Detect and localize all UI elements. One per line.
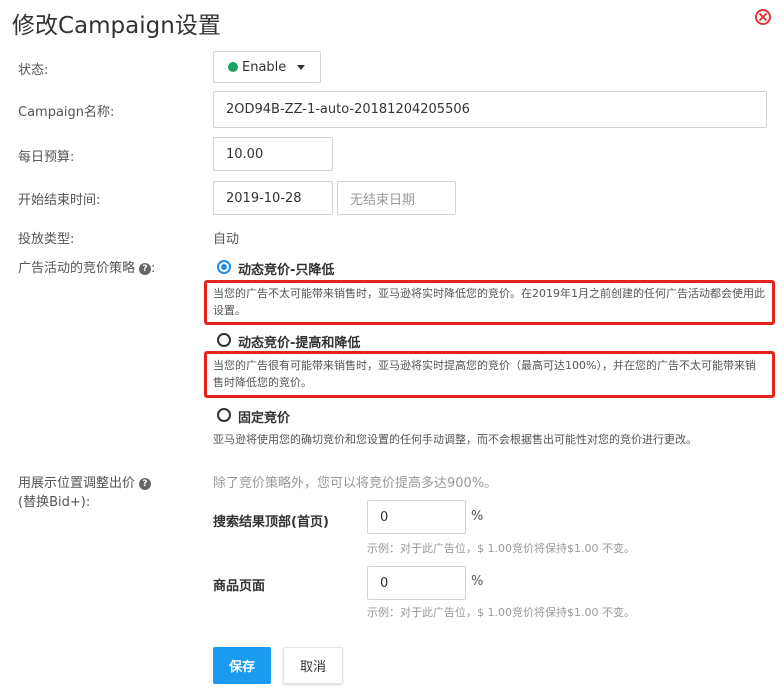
campaign-name-input[interactable]: 2OD94B-ZZ-1-auto-20181204205506 [213,91,767,128]
product-page-input[interactable]: 0 [367,566,466,600]
bidding-strategy-label-text: 广告活动的竞价策略 [18,261,136,276]
placement-hint: 除了竞价策略外，您可以将竞价提高多达900%。 [213,476,498,491]
help-icon[interactable]: ? [139,262,152,275]
enabled-dot-icon [228,62,238,72]
option-fixed-bid-desc: 亚马逊将使用您的确切竞价和您设置的任何手动调整，而不会根据售出可能性对您的竞价进… [213,433,697,446]
top-search-input[interactable]: 0 [367,500,466,534]
option-dynamic-up-down-label[interactable]: 动态竞价-提高和降低 [238,332,360,351]
product-page-example: 示例：对于此广告位，$ 1.00竞价将保持$1.00 不变。 [367,606,635,619]
radio-dynamic-up-down[interactable] [217,333,231,347]
placement-label: 用展示位置调整出价? [18,472,152,491]
placement-label-text: 用展示位置调整出价 [18,476,136,491]
radio-dynamic-down-only[interactable] [217,260,231,274]
status-label: 状态: [18,63,49,78]
start-date-input[interactable]: 2019-10-28 [213,181,333,215]
close-icon[interactable] [755,9,771,25]
save-button[interactable]: 保存 [213,647,271,684]
product-page-unit: % [471,574,484,589]
help-icon[interactable]: ? [139,477,152,490]
daily-budget-label: 每日预算: [18,150,75,165]
product-page-label: 商品页面 [213,579,266,594]
status-dropdown[interactable]: Enable [213,51,321,83]
status-value: Enable [242,59,287,75]
top-search-unit: % [471,509,484,524]
option-dynamic-up-down-desc: 当您的广告很有可能带来销售时，亚马逊将实时提高您的竞价（最高可达100%），并在… [213,359,756,389]
cancel-button[interactable]: 取消 [283,647,343,684]
targeting-type-label: 投放类型: [18,232,75,247]
option-dynamic-down-only-desc: 当您的广告不太可能带来销售时，亚马逊将实时降低您的竞价。在2019年1月之前创建… [213,287,765,317]
option-dynamic-down-only-label[interactable]: 动态竞价-只降低 [238,259,334,278]
option-fixed-bid-label[interactable]: 固定竞价 [238,407,290,426]
daily-budget-input[interactable]: 10.00 [213,137,333,171]
radio-fixed-bid[interactable] [217,408,231,422]
campaign-name-label: Campaign名称: [18,105,115,120]
dialog-title: 修改Campaign设置 [12,13,221,39]
bidding-strategy-label: 广告活动的竞价策略?: [18,261,156,276]
placement-label-line2: (替换Bid+): [18,495,91,510]
top-search-label: 搜索结果顶部(首页) [213,515,329,530]
top-search-example: 示例：对于此广告位，$ 1.00竞价将保持$1.00 不变。 [367,542,635,555]
targeting-type-value: 自动 [213,232,240,247]
caret-down-icon [297,64,306,70]
end-date-input[interactable]: 无结束日期 [337,181,456,215]
dates-label: 开始结束时间: [18,193,101,208]
